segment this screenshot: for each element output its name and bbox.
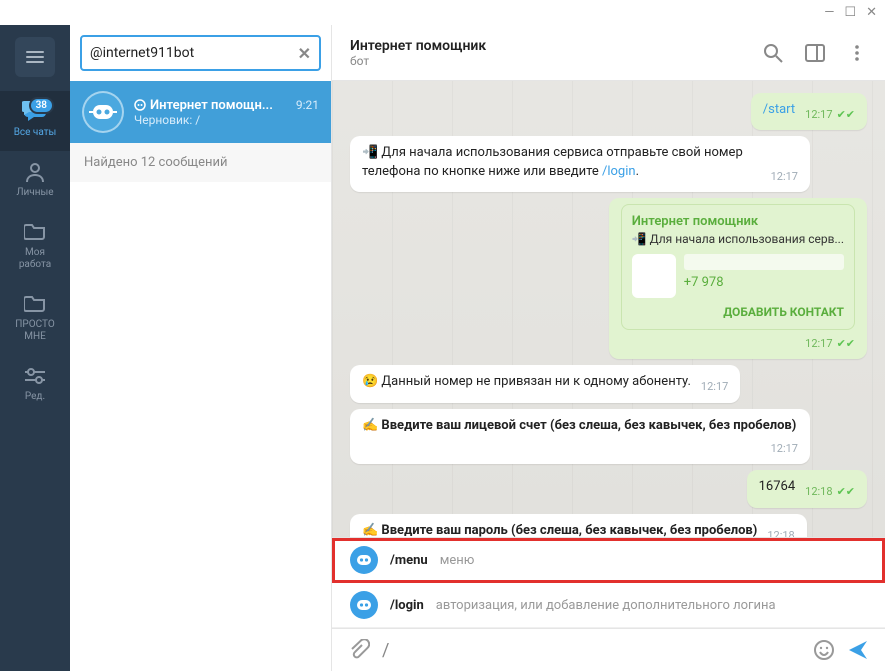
chat-header: Интернет помощник бот [332, 25, 885, 81]
bot-avatar-icon [82, 91, 124, 133]
folder-icon [22, 221, 48, 243]
message-out[interactable]: 16764 12:18✔✔ [747, 470, 867, 507]
nav-label: ПРОСТО МНЕ [15, 319, 54, 343]
nav-personal[interactable]: Личные [0, 151, 70, 211]
hamburger-icon [26, 51, 44, 63]
chat-list-item[interactable]: Интернет помощн... 9:21 Черновик: / [70, 81, 331, 143]
minimize-icon[interactable]: ― [824, 5, 834, 20]
nav-label: Личные [16, 187, 53, 199]
window-titlebar: ― ☐ ✕ [0, 0, 885, 25]
chat-area: Интернет помощник бот /start 12:17✔✔ 📲 Д… [332, 25, 885, 671]
bot-avatar-icon [350, 591, 378, 619]
message-in[interactable]: ✍️ Введите ваш лицевой счет (без слеша, … [350, 409, 810, 465]
clear-search-icon[interactable]: ✕ [298, 44, 311, 63]
message-input[interactable] [382, 640, 801, 661]
message-in[interactable]: 😢 Данный номер не привязан ни к одному а… [350, 365, 740, 402]
read-ticks-icon: ✔✔ [837, 107, 855, 122]
unread-badge: 38 [29, 97, 54, 114]
suggestion-command: /menu [390, 553, 428, 568]
chats-panel: ✕ Интернет помощн... 9:21 Черновик: / На… [70, 25, 332, 671]
command-suggestions: /menu меню /login авторизация, или добав… [332, 537, 885, 628]
menu-button[interactable] [15, 37, 55, 77]
suggestion-description: авторизация, или добавление дополнительн… [436, 598, 776, 613]
chat-time: 9:21 [296, 98, 319, 112]
chat-title: Интернет помощн... [134, 98, 273, 113]
suggestion-menu[interactable]: /menu меню [332, 538, 885, 583]
search-icon[interactable] [763, 43, 783, 63]
contact-phone: +7 978 [684, 274, 844, 292]
add-contact-button[interactable]: ДОБАВИТЬ КОНТАКТ [632, 304, 844, 321]
chat-header-subtitle: бот [350, 54, 486, 68]
sidepanel-icon[interactable] [805, 43, 825, 63]
suggestion-description: меню [440, 553, 475, 568]
nav-all-chats[interactable]: 38 Все чаты [0, 91, 70, 151]
nav-edit[interactable]: Ред. [0, 355, 70, 415]
messages-list[interactable]: /start 12:17✔✔ 📲 Для начала использовани… [332, 81, 885, 537]
nav-just-me[interactable]: ПРОСТО МНЕ [0, 283, 70, 355]
contact-preview: 📲 Для начала использования серв... [632, 231, 844, 248]
message-contact-card[interactable]: Интернет помощник 📲 Для начала использов… [609, 198, 867, 359]
suggestion-login[interactable]: /login авторизация, или добавление допол… [332, 583, 885, 628]
contact-avatar [632, 254, 676, 298]
suggestion-command: /login [390, 598, 424, 613]
emoji-icon[interactable] [813, 639, 835, 661]
folder-icon [22, 293, 48, 315]
sliders-icon [22, 365, 48, 387]
chat-subtitle: Черновик: / [134, 113, 319, 127]
contact-name: Интернет помощник [632, 213, 844, 231]
maximize-icon[interactable]: ☐ [844, 5, 856, 20]
message-out[interactable]: /start 12:17✔✔ [751, 93, 867, 130]
person-icon [22, 161, 48, 183]
attach-icon[interactable] [348, 639, 370, 661]
send-icon[interactable] [847, 639, 869, 661]
message-in[interactable]: ✍️ Введите ваш пароль (без слеша, без ка… [350, 514, 807, 538]
read-ticks-icon: ✔✔ [837, 336, 855, 351]
message-composer [332, 628, 885, 671]
close-icon[interactable]: ✕ [866, 5, 877, 20]
search-box[interactable]: ✕ [80, 35, 321, 71]
nav-label: Все чаты [14, 127, 57, 139]
bot-badge-icon [134, 99, 146, 111]
message-in[interactable]: 📲 Для начала использования сервиса отпра… [350, 136, 810, 192]
search-results-header: Найдено 12 сообщений [70, 143, 331, 182]
bot-avatar-icon [350, 546, 378, 574]
read-ticks-icon: ✔✔ [837, 484, 855, 499]
nav-label: Ред. [25, 391, 45, 403]
left-navbar: 38 Все чаты Личные Моя работа ПРОСТО МНЕ [0, 25, 70, 671]
search-input[interactable] [90, 45, 298, 61]
more-icon[interactable] [847, 43, 867, 63]
nav-my-work[interactable]: Моя работа [0, 211, 70, 283]
chat-header-title: Интернет помощник [350, 38, 486, 54]
nav-label: Моя работа [19, 247, 51, 271]
